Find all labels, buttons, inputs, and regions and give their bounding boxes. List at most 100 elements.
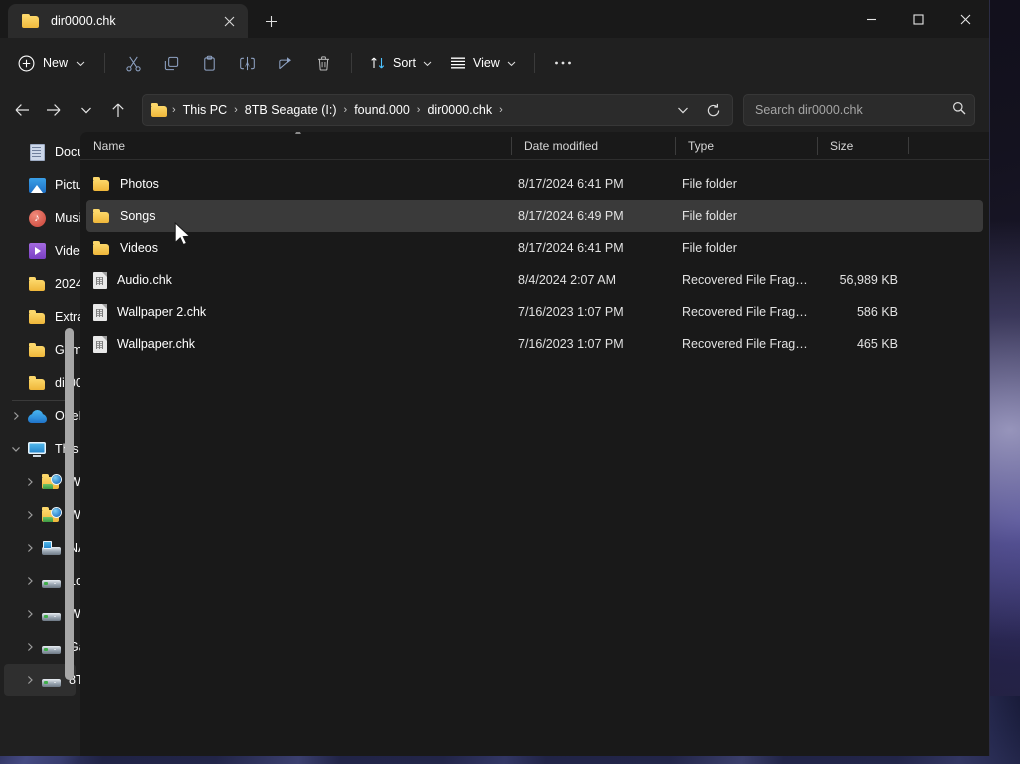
sidebar-item-music[interactable]: Music (4, 202, 76, 234)
delete-button[interactable] (304, 46, 342, 80)
up-button[interactable] (102, 94, 134, 126)
chevron-down-icon (423, 59, 432, 68)
sidebar-item-label: Videos (55, 244, 80, 258)
search-input[interactable] (755, 103, 952, 117)
new-button[interactable]: New (10, 47, 95, 79)
table-row[interactable]: Wallpaper 2.chk7/16/2023 1:07 PMRecovere… (86, 296, 983, 328)
documents-icon (26, 144, 48, 161)
sidebar-item-videos[interactable]: Videos (4, 235, 76, 267)
search-icon[interactable] (952, 101, 966, 120)
sidebar-item-extra[interactable]: Extra (4, 301, 76, 333)
cell-type: Recovered File Frag… (675, 337, 817, 351)
breadcrumb-item-dir0000[interactable]: dir0000.chk (422, 100, 497, 120)
chevron-right-icon[interactable] (20, 543, 40, 553)
file-icon (93, 272, 107, 289)
chevron-right-icon (25, 576, 35, 586)
view-button[interactable]: View (441, 47, 525, 79)
table-row[interactable]: Wallpaper.chk7/16/2023 1:07 PMRecovered … (86, 328, 983, 360)
file-explorer-window: dir0000.chk New (0, 0, 990, 756)
paste-button[interactable] (190, 46, 228, 80)
documents-icon (30, 144, 45, 161)
navigation-scrollbar[interactable] (65, 328, 74, 680)
maximize-button[interactable] (895, 0, 942, 38)
file-icon (93, 304, 107, 321)
column-header-date-modified[interactable]: Date modified (511, 132, 675, 160)
drive-icon (40, 608, 62, 621)
chevron-right-icon[interactable] (20, 675, 40, 685)
sidebar-item-2024[interactable]: 2024 (4, 268, 76, 300)
column-header-label: Size (830, 139, 853, 153)
cell-name: Wallpaper.chk (86, 336, 511, 353)
chevron-down-icon (76, 59, 85, 68)
tab-label: dir0000.chk (51, 14, 216, 28)
close-window-button[interactable] (942, 0, 989, 38)
arrow-left-icon (14, 103, 30, 117)
back-button[interactable] (6, 94, 38, 126)
table-row[interactable]: Videos8/17/2024 6:41 PMFile folder (86, 232, 983, 264)
chevron-right-icon[interactable] (6, 411, 26, 421)
share-button[interactable] (266, 46, 304, 80)
pictures-icon (26, 178, 48, 193)
column-header-label: Date modified (524, 139, 598, 153)
cell-date-modified: 7/16/2023 1:07 PM (511, 337, 675, 351)
folder-icon (26, 344, 48, 357)
toolbar-divider-3 (534, 53, 535, 73)
close-tab-icon[interactable] (216, 9, 242, 33)
address-bar-row: › This PC › 8TB Seagate (I:) › found.000… (0, 88, 989, 132)
breadcrumb-item-this-pc[interactable]: This PC (178, 100, 232, 120)
recent-locations-button[interactable] (70, 94, 102, 126)
drive-icon (42, 575, 61, 588)
sidebar-item-documents[interactable]: Documents (4, 136, 76, 168)
rename-button[interactable]: A (228, 46, 266, 80)
copy-button[interactable] (152, 46, 190, 80)
refresh-icon (706, 103, 721, 118)
column-header-size[interactable]: Size (817, 132, 908, 160)
breadcrumb-item-found000[interactable]: found.000 (349, 100, 415, 120)
network-drive-icon (42, 541, 61, 555)
chevron-right-icon[interactable] (20, 609, 40, 619)
column-header-type[interactable]: Type (675, 132, 817, 160)
chevron-right-icon[interactable] (20, 642, 40, 652)
minimize-button[interactable] (848, 0, 895, 38)
cell-type: File folder (675, 209, 817, 223)
folder-icon (151, 104, 168, 117)
new-tab-icon[interactable] (256, 6, 286, 36)
videos-icon (29, 243, 46, 259)
column-header-name[interactable]: Name ▲ (80, 132, 511, 160)
breadcrumb-item-seagate[interactable]: 8TB Seagate (I:) (240, 100, 342, 120)
forward-button[interactable] (38, 94, 70, 126)
rename-icon: A (239, 55, 256, 72)
cell-name: Photos (86, 177, 511, 191)
share-icon (277, 55, 294, 72)
table-row[interactable]: Audio.chk8/4/2024 2:07 AMRecovered File … (86, 264, 983, 296)
trash-icon (315, 55, 332, 72)
sidebar-item-label: Documents (55, 145, 80, 159)
refresh-icon[interactable] (698, 96, 728, 124)
cloud-icon (28, 410, 47, 423)
chevron-right-icon[interactable] (20, 510, 40, 520)
view-list-icon (450, 56, 466, 70)
sidebar-item-pictures[interactable]: Pictures (4, 169, 76, 201)
chevron-right-icon[interactable] (20, 576, 40, 586)
search-box[interactable] (743, 94, 975, 126)
table-row[interactable]: Songs8/17/2024 6:49 PMFile folder (86, 200, 983, 232)
breadcrumb-separator: › (170, 104, 178, 116)
navigation-divider (12, 400, 70, 401)
table-row[interactable]: Photos8/17/2024 6:41 PMFile folder (86, 168, 983, 200)
cell-name: Wallpaper 2.chk (86, 304, 511, 321)
sidebar-item-label: Extra (55, 310, 80, 324)
breadcrumb-separator: › (342, 104, 350, 116)
tab-dir0000[interactable]: dir0000.chk (8, 4, 248, 38)
cut-button[interactable] (114, 46, 152, 80)
see-more-button[interactable] (544, 46, 582, 80)
svg-text:A: A (245, 61, 250, 68)
chevron-right-icon[interactable] (20, 477, 40, 487)
chevron-down-icon[interactable] (6, 444, 26, 454)
network-drive-icon (40, 541, 62, 555)
navigation-pane[interactable]: DocumentsPicturesMusicVideos2024ExtraGam… (0, 132, 80, 756)
breadcrumb[interactable]: › This PC › 8TB Seagate (I:) › found.000… (142, 94, 733, 126)
sort-button[interactable]: Sort (361, 47, 441, 79)
previous-locations-icon[interactable] (668, 96, 698, 124)
file-name-label: Wallpaper 2.chk (117, 305, 206, 319)
folder-icon (26, 311, 48, 324)
